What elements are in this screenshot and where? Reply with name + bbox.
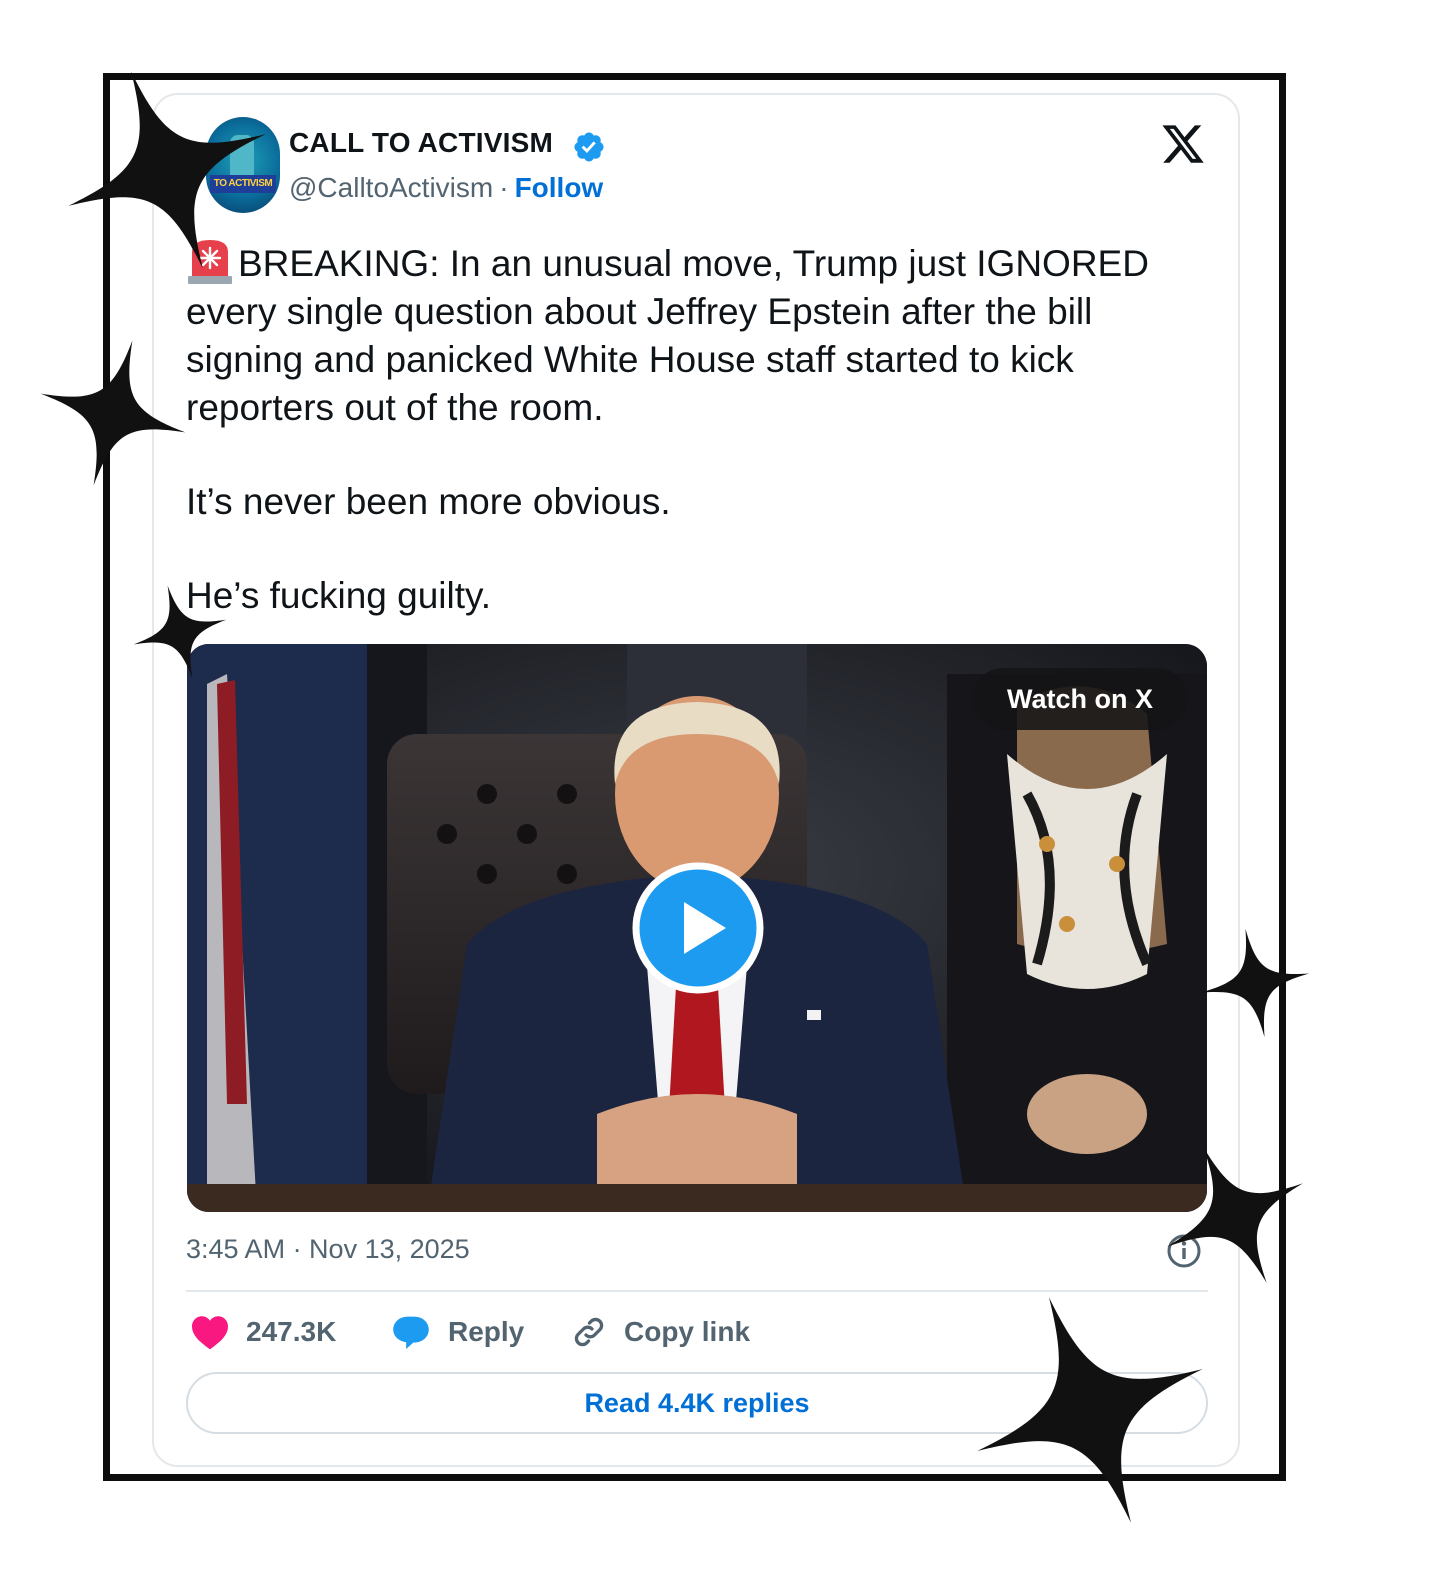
- reply-button[interactable]: Reply: [390, 1312, 524, 1352]
- tweet-paragraph-1-text: BREAKING: In an unusual move, Trump just…: [186, 243, 1149, 428]
- copy-link-label: Copy link: [624, 1316, 751, 1347]
- x-logo-icon[interactable]: [1160, 121, 1206, 167]
- like-count: 247.3K: [246, 1316, 337, 1347]
- watch-on-x-button[interactable]: Watch on X: [972, 668, 1188, 730]
- verified-badge-icon: [574, 132, 604, 162]
- author-name[interactable]: CALL TO ACTIVISM: [289, 127, 553, 159]
- play-icon[interactable]: [632, 862, 764, 994]
- sparkle-icon: [68, 71, 266, 269]
- separator-dot: ·: [499, 172, 509, 203]
- copy-link-button[interactable]: Copy link: [570, 1312, 750, 1352]
- sparkle-icon: [977, 1297, 1203, 1523]
- author-handle-line: @CalltoActivism · Follow: [289, 172, 603, 204]
- tweet-text: BREAKING: In an unusual move, Trump just…: [186, 238, 1186, 620]
- link-icon: [574, 1317, 604, 1347]
- sparkle-icon: [133, 585, 227, 679]
- reply-label: Reply: [448, 1316, 525, 1347]
- follow-button[interactable]: Follow: [515, 172, 604, 203]
- sparkle-icon: [1167, 1147, 1303, 1283]
- speech-bubble-icon: [393, 1316, 429, 1349]
- author-handle[interactable]: @CalltoActivism: [289, 172, 493, 203]
- tweet-paragraph-3: He’s fucking guilty.: [186, 575, 492, 616]
- like-button[interactable]: 247.3K: [190, 1312, 336, 1352]
- tweet-paragraph-2: It’s never been more obvious.: [186, 481, 671, 522]
- sparkle-icon: [1200, 928, 1310, 1038]
- sparkle-icon: [40, 340, 186, 486]
- heart-icon: [192, 1316, 228, 1350]
- tweet-paragraph-1: BREAKING: In an unusual move, Trump just…: [186, 238, 1186, 432]
- tweet-timestamp[interactable]: 3:45 AM · Nov 13, 2025: [186, 1234, 470, 1265]
